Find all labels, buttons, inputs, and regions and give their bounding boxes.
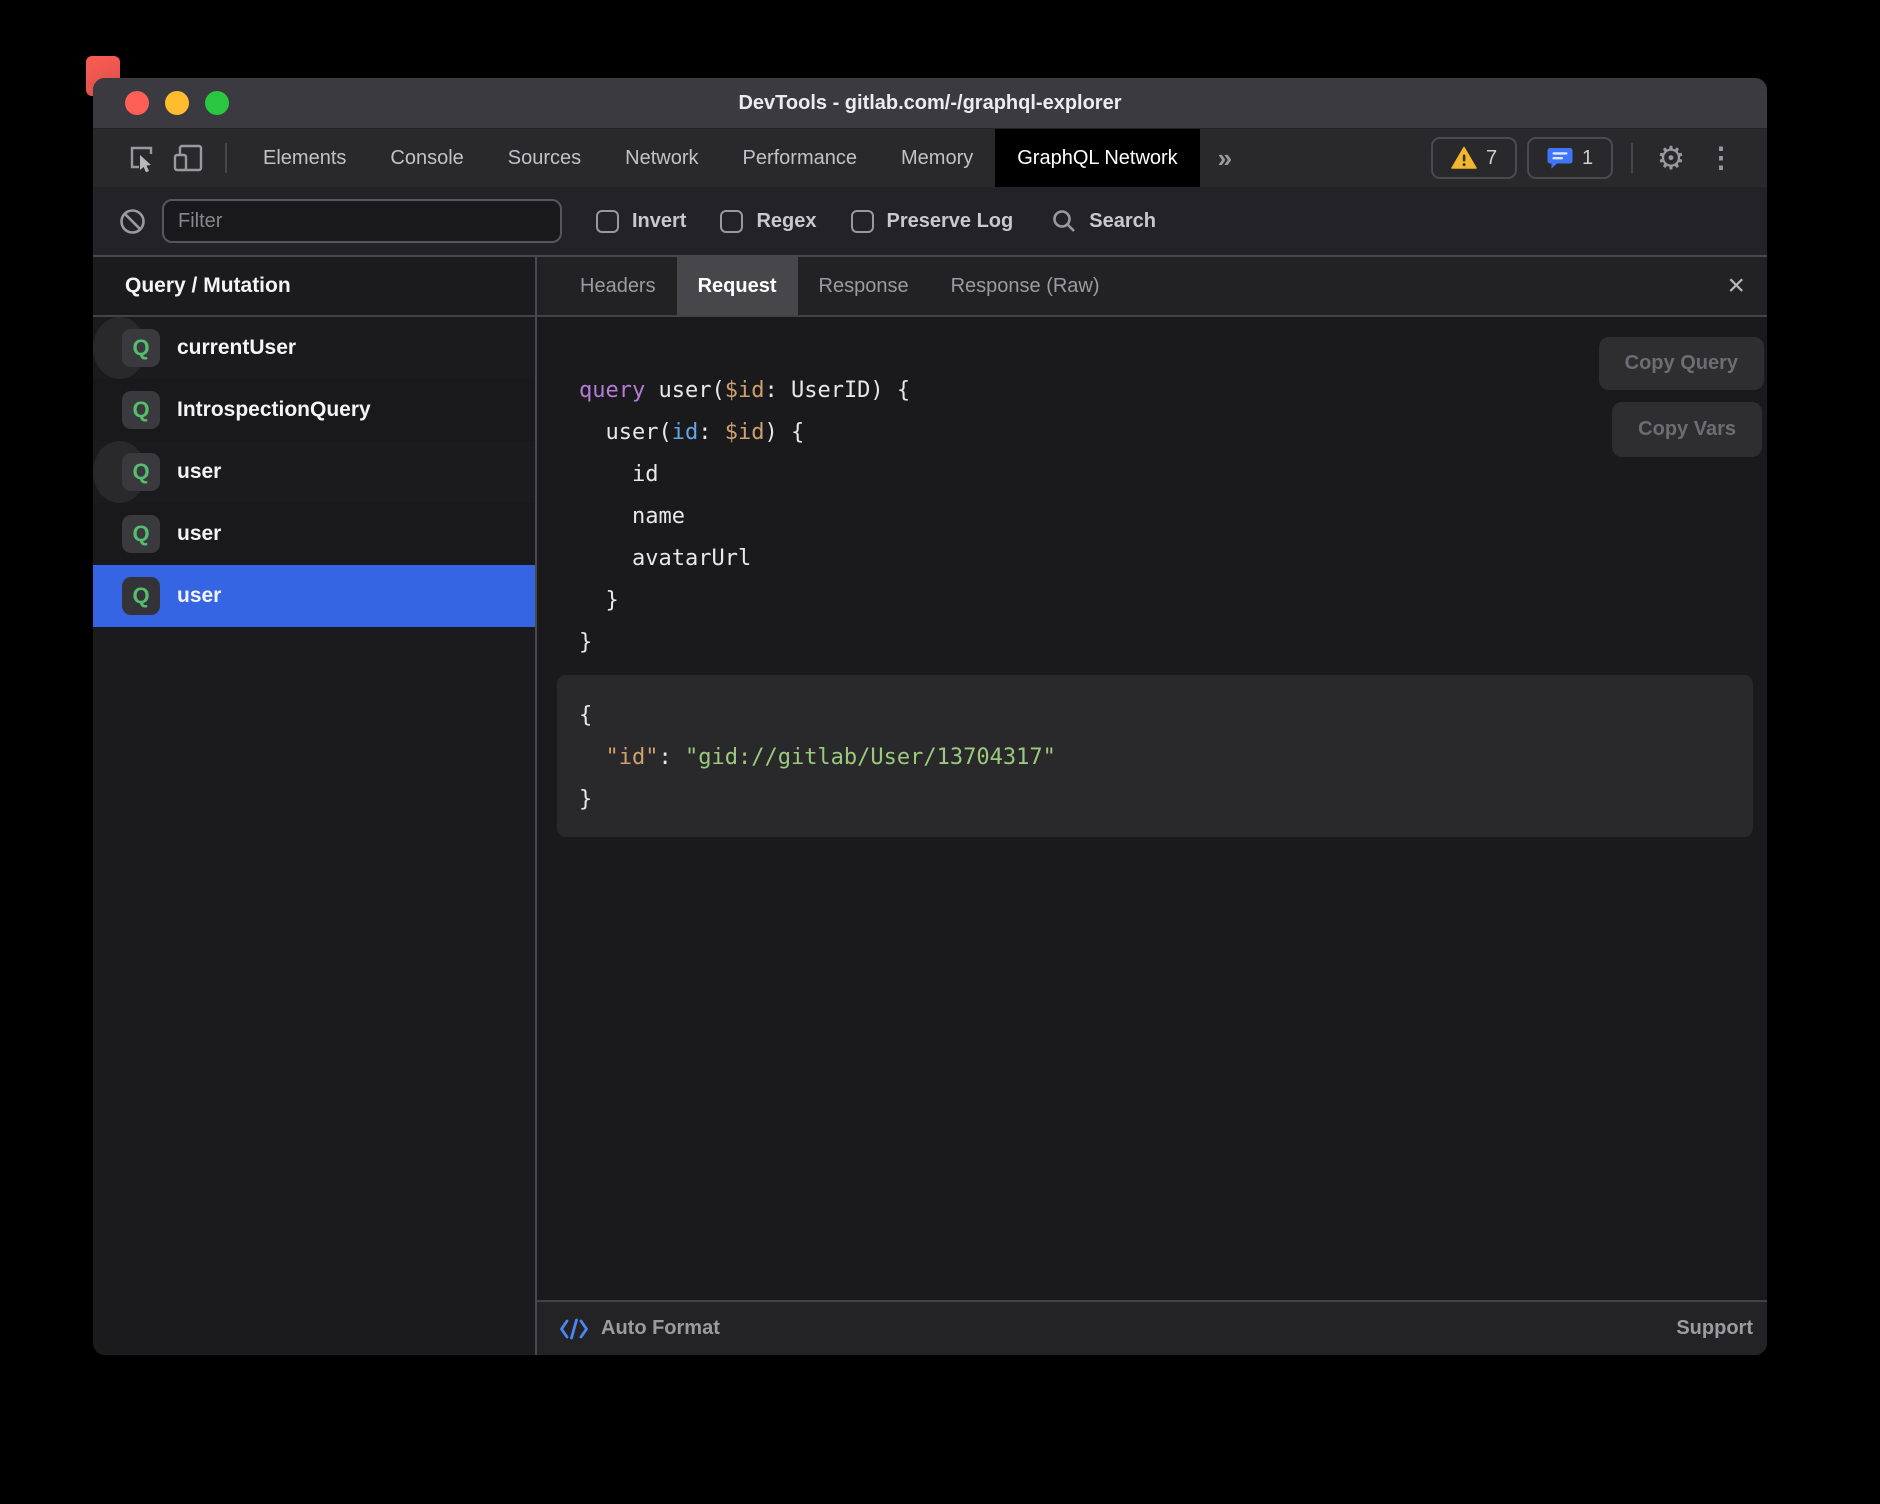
search-button[interactable]: Search — [1051, 208, 1156, 234]
query-name: currentUser — [177, 336, 296, 360]
query-type-badge: Q — [122, 391, 160, 429]
warnings-badge[interactable]: 7 — [1431, 137, 1517, 179]
query-name: user — [177, 460, 221, 484]
sidebar-header: Query / Mutation — [93, 257, 535, 317]
invert-checkbox — [596, 210, 619, 233]
graphql-query-code: query user($id: UserID) { user(id: $id) … — [537, 317, 1767, 664]
settings-button[interactable]: ⚙ — [1651, 142, 1691, 174]
query-type-badge: Q — [122, 577, 160, 615]
query-list-item[interactable]: Q user — [93, 441, 146, 503]
query-list-sidebar: Query / Mutation Q currentUser Q Introsp… — [93, 257, 535, 1355]
query-list-item-selected[interactable]: Q user — [93, 565, 535, 627]
inspect-cursor-icon — [127, 143, 157, 173]
query-type-badge: Q — [122, 515, 160, 553]
regex-label: Regex — [756, 210, 816, 233]
inspect-element-button[interactable] — [119, 129, 165, 187]
block-clear-icon[interactable] — [119, 208, 146, 235]
tab-elements[interactable]: Elements — [241, 129, 368, 187]
query-list-item[interactable]: Q user — [93, 503, 535, 565]
preserve-log-checkbox-group[interactable]: Preserve Log — [851, 210, 1014, 233]
messages-badge[interactable]: 1 — [1527, 137, 1613, 179]
screen: DevTools - gitlab.com/-/graphql-explorer… — [0, 0, 1880, 1504]
tab-network[interactable]: Network — [603, 129, 720, 187]
device-toolbar-icon — [172, 143, 204, 173]
warning-icon — [1451, 146, 1477, 170]
tab-response-raw[interactable]: Response (Raw) — [930, 257, 1121, 315]
query-list-item[interactable]: Q IntrospectionQuery — [93, 379, 535, 441]
devtools-window: DevTools - gitlab.com/-/graphql-explorer… — [93, 78, 1767, 1355]
content: Query / Mutation Q currentUser Q Introsp… — [93, 257, 1767, 1355]
tabbar-right-controls: 7 1 ⚙ ⋮ — [1431, 129, 1767, 187]
query-list-item[interactable]: Q currentUser — [93, 317, 146, 379]
query-name: IntrospectionQuery — [177, 398, 371, 422]
support-link[interactable]: Support — [1676, 1317, 1753, 1340]
minimize-window-button[interactable] — [165, 91, 189, 115]
tab-sources[interactable]: Sources — [486, 129, 603, 187]
query-type-badge: Q — [122, 329, 160, 367]
invert-checkbox-group[interactable]: Invert — [596, 210, 686, 233]
tab-console[interactable]: Console — [368, 129, 485, 187]
tab-performance[interactable]: Performance — [721, 129, 880, 187]
regex-checkbox — [720, 210, 743, 233]
request-detail-panel: Headers Request Response Response (Raw) … — [537, 257, 1767, 1355]
request-body-area: Copy Query Copy Vars query user($id: Use… — [537, 317, 1767, 1300]
tab-headers[interactable]: Headers — [559, 257, 677, 315]
tab-request[interactable]: Request — [677, 257, 798, 315]
window-title: DevTools - gitlab.com/-/graphql-explorer — [738, 92, 1121, 115]
zoom-window-button[interactable] — [205, 91, 229, 115]
regex-checkbox-group[interactable]: Regex — [720, 210, 816, 233]
toolbar-divider — [225, 143, 227, 173]
query-name: user — [177, 584, 221, 608]
tab-memory[interactable]: Memory — [879, 129, 995, 187]
devtools-tabbar: Elements Console Sources Network Perform… — [93, 129, 1767, 187]
warnings-count: 7 — [1486, 147, 1497, 170]
traffic-lights — [125, 91, 229, 115]
invert-label: Invert — [632, 210, 686, 233]
more-tabs-button[interactable]: » — [1200, 129, 1250, 187]
query-type-badge: Q — [122, 453, 160, 491]
request-detail-tabs: Headers Request Response Response (Raw) … — [537, 257, 1767, 317]
copy-query-button[interactable]: Copy Query — [1599, 337, 1764, 390]
filter-bar: Invert Regex Preserve Log Search — [93, 187, 1767, 257]
query-variables-box: { "id": "gid://gitlab/User/13704317"} — [557, 675, 1753, 837]
preserve-log-checkbox — [851, 210, 874, 233]
query-variables-code: { "id": "gid://gitlab/User/13704317"} — [579, 695, 1753, 821]
filter-input[interactable] — [162, 199, 562, 243]
close-window-button[interactable] — [125, 91, 149, 115]
tab-response[interactable]: Response — [798, 257, 930, 315]
copy-vars-button[interactable]: Copy Vars — [1612, 402, 1762, 457]
chat-bubble-icon — [1547, 146, 1573, 170]
code-format-icon — [559, 1317, 589, 1341]
search-icon — [1051, 208, 1077, 234]
preserve-log-label: Preserve Log — [887, 210, 1014, 233]
auto-format-button[interactable]: Auto Format — [601, 1317, 720, 1340]
query-name: user — [177, 522, 221, 546]
tab-graphql-network[interactable]: GraphQL Network — [995, 129, 1199, 187]
messages-count: 1 — [1582, 147, 1593, 170]
search-label: Search — [1089, 210, 1156, 233]
toolbar-divider — [1631, 143, 1633, 173]
close-panel-button[interactable]: × — [1721, 257, 1751, 315]
panel-footer: Auto Format Support — [537, 1300, 1767, 1355]
device-toolbar-button[interactable] — [165, 129, 211, 187]
more-options-button[interactable]: ⋮ — [1701, 144, 1741, 172]
titlebar: DevTools - gitlab.com/-/graphql-explorer — [93, 78, 1767, 129]
